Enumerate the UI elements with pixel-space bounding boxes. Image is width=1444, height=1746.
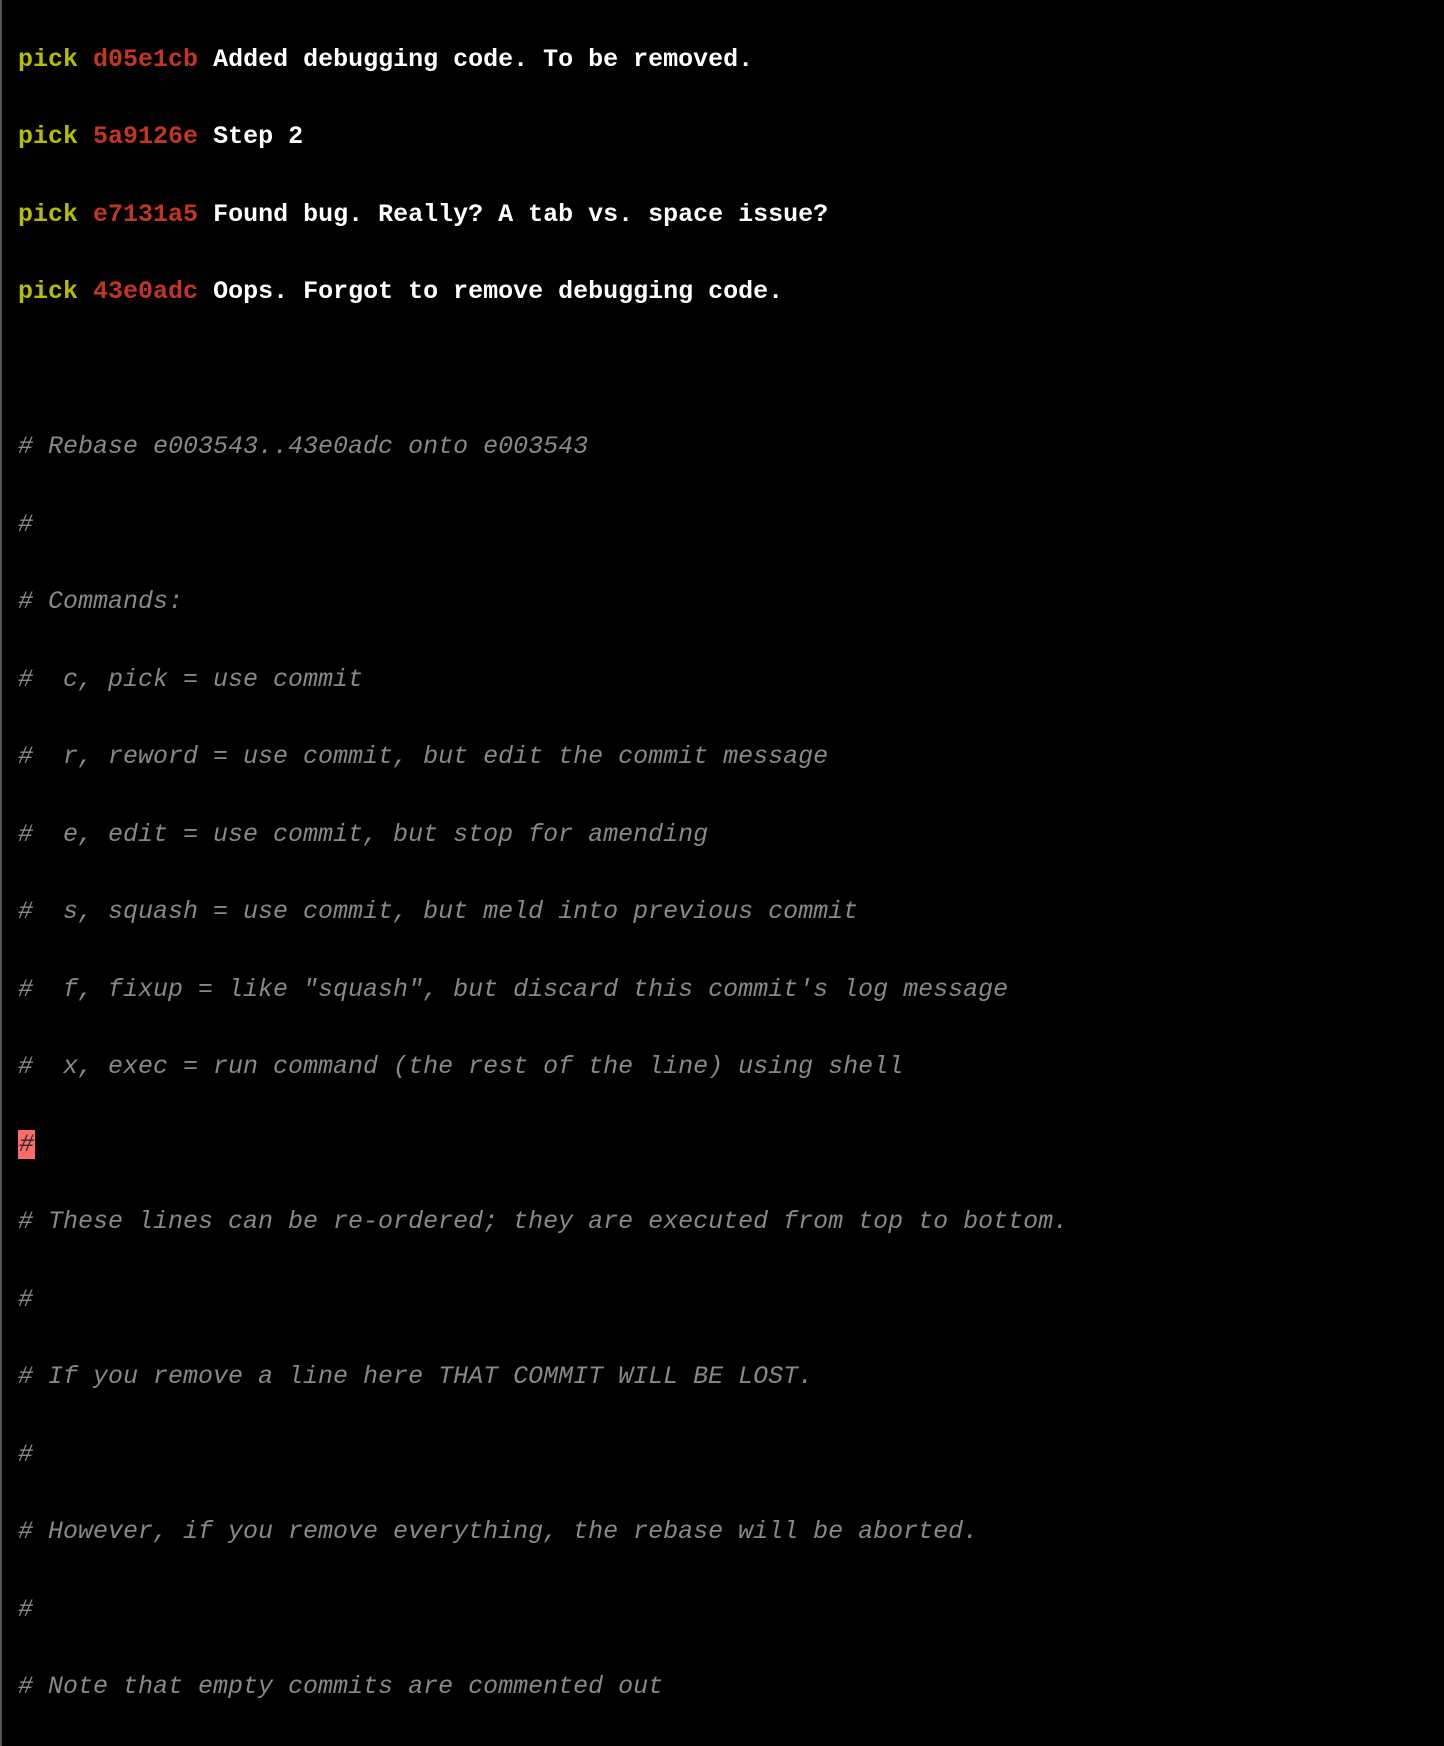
pick-line[interactable]: pick 5a9126e Step 2	[18, 118, 1444, 157]
comment-line[interactable]: # These lines can be re-ordered; they ar…	[18, 1203, 1444, 1242]
commit-msg: Step 2	[213, 122, 303, 151]
comment-line[interactable]: #	[18, 506, 1444, 545]
comment-line[interactable]: # e, edit = use commit, but stop for ame…	[18, 816, 1444, 855]
commit-msg: Oops. Forgot to remove debugging code.	[213, 277, 783, 306]
commit-msg: Added debugging code. To be removed.	[213, 45, 753, 74]
rebase-action: pick	[18, 200, 78, 229]
comment-line[interactable]: # c, pick = use commit	[18, 661, 1444, 700]
comment-line[interactable]: # f, fixup = like "squash", but discard …	[18, 971, 1444, 1010]
commit-hash: e7131a5	[93, 200, 198, 229]
comment-line[interactable]: #	[18, 1281, 1444, 1320]
rebase-action: pick	[18, 122, 78, 151]
commit-hash: d05e1cb	[93, 45, 198, 74]
comment-line[interactable]: # Commands:	[18, 583, 1444, 622]
commit-msg: Found bug. Really? A tab vs. space issue…	[213, 200, 828, 229]
comment-line[interactable]: # r, reword = use commit, but edit the c…	[18, 738, 1444, 777]
comment-line[interactable]: # s, squash = use commit, but meld into …	[18, 893, 1444, 932]
pick-line[interactable]: pick e7131a5 Found bug. Really? A tab vs…	[18, 196, 1444, 235]
comment-line[interactable]: # Rebase e003543..43e0adc onto e003543	[18, 428, 1444, 467]
comment-line[interactable]: #	[18, 1591, 1444, 1630]
blank-line[interactable]	[18, 351, 1444, 390]
git-rebase-editor[interactable]: pick d05e1cb Added debugging code. To be…	[4, 0, 1444, 1746]
pick-line[interactable]: pick d05e1cb Added debugging code. To be…	[18, 41, 1444, 80]
cursor-line[interactable]: #	[18, 1126, 1444, 1165]
comment-line[interactable]: #	[18, 1436, 1444, 1475]
pick-line[interactable]: pick 43e0adc Oops. Forgot to remove debu…	[18, 273, 1444, 312]
commit-hash: 43e0adc	[93, 277, 198, 306]
commit-hash: 5a9126e	[93, 122, 198, 151]
comment-line[interactable]: # Note that empty commits are commented …	[18, 1668, 1444, 1707]
comment-line[interactable]: # x, exec = run command (the rest of the…	[18, 1048, 1444, 1087]
rebase-action: pick	[18, 45, 78, 74]
rebase-action: pick	[18, 277, 78, 306]
text-cursor: #	[18, 1130, 35, 1159]
comment-line[interactable]: # If you remove a line here THAT COMMIT …	[18, 1358, 1444, 1397]
comment-line[interactable]: # However, if you remove everything, the…	[18, 1513, 1444, 1552]
